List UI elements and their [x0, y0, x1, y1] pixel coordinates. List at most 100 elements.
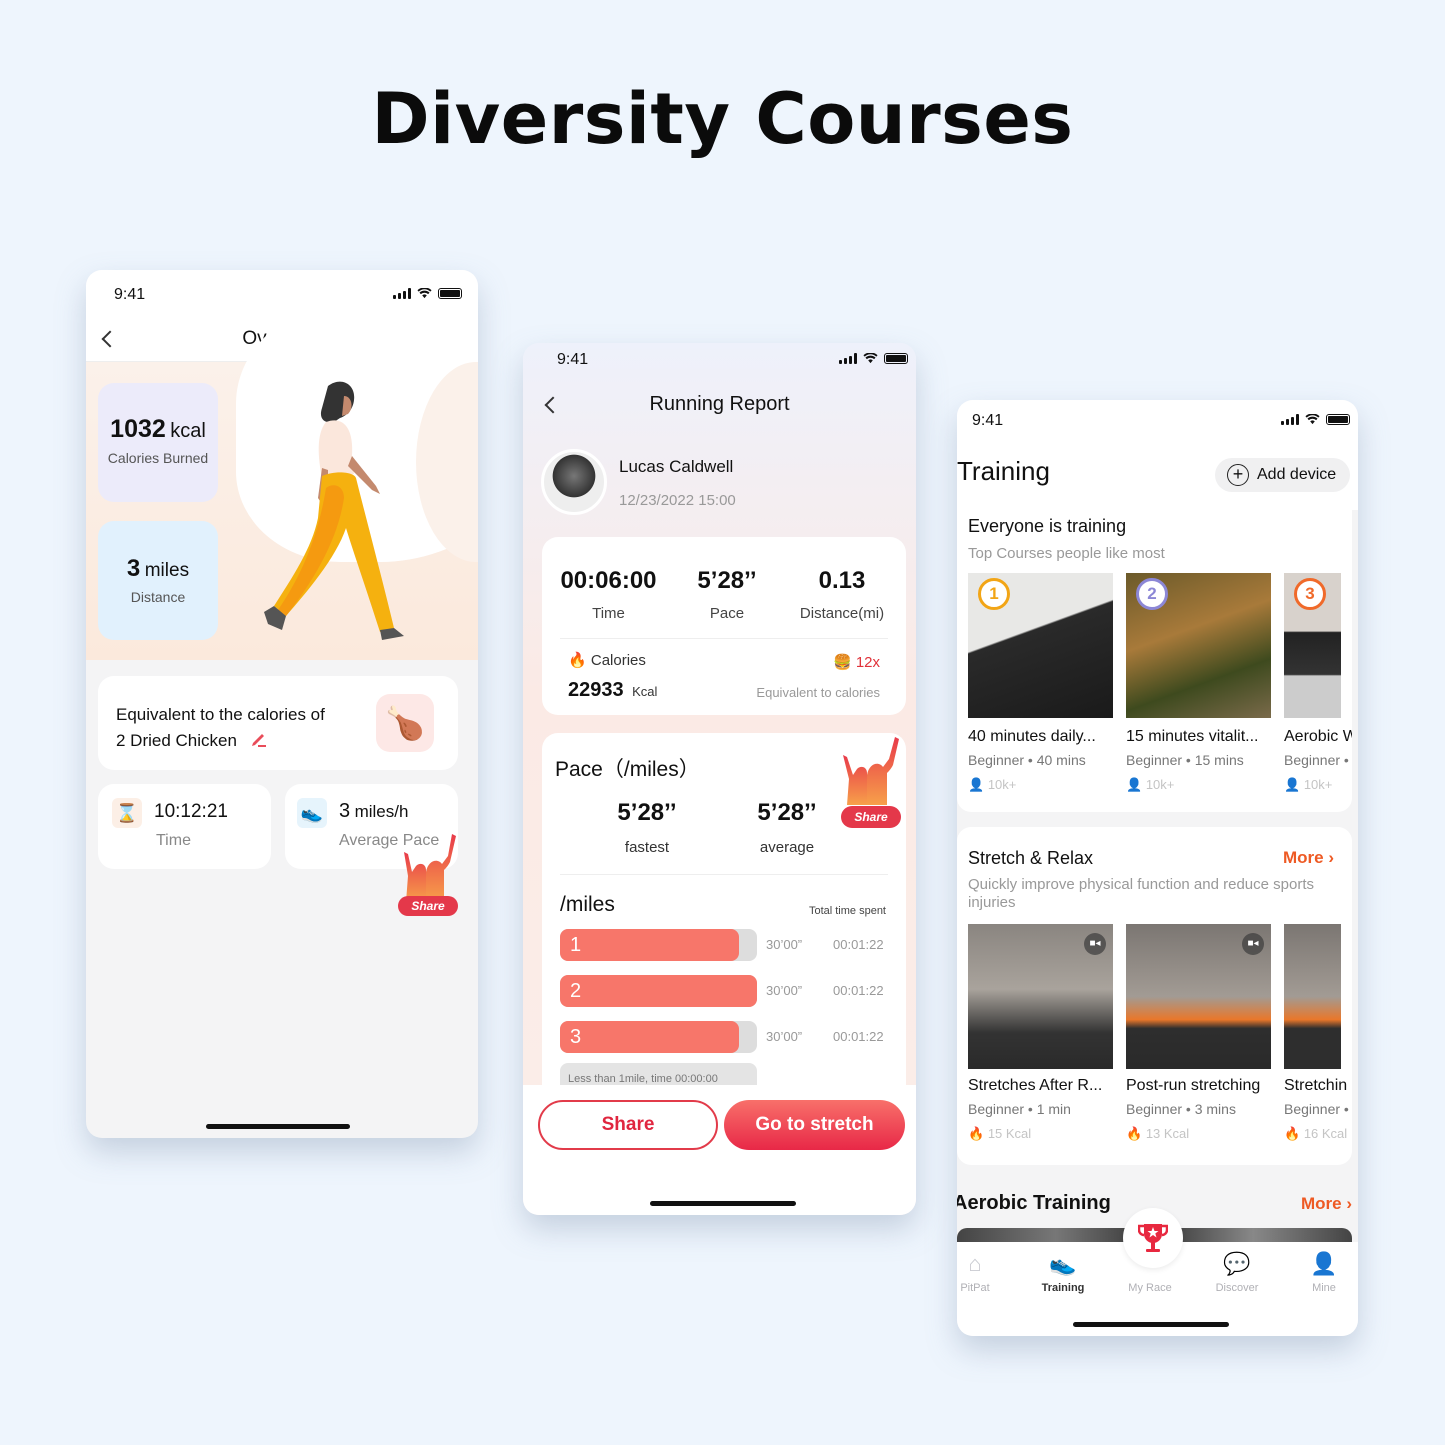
flame-icon: 🔥 — [1126, 1126, 1143, 1141]
home-icon: ⌂ — [968, 1251, 982, 1276]
add-device-button[interactable]: + Add device — [1215, 458, 1350, 492]
pace-value: 3 — [339, 800, 351, 822]
my-race-trophy-button[interactable] — [1123, 1208, 1183, 1268]
edit-pencil-icon[interactable] — [250, 730, 268, 748]
split-mile: 3 — [570, 1026, 582, 1048]
splits-header: Total time spent — [808, 905, 886, 917]
cheering-people-icon — [843, 737, 899, 805]
course-title: Aerobic W — [1284, 728, 1352, 745]
battery-icon — [884, 353, 908, 364]
distance-value: 3 — [126, 555, 141, 582]
course-meta: Beginner • — [1284, 752, 1349, 768]
rank-number: 3 — [1305, 584, 1315, 603]
section-title: Stretch & Relax — [968, 848, 1094, 868]
plus-circle-icon: + — [1227, 464, 1249, 486]
course-title: 15 minutes vitalit... — [1126, 728, 1259, 745]
course-thumbnail[interactable] — [1284, 924, 1341, 1069]
stat-pace-label: Pace — [709, 605, 745, 622]
time-card: ⌛ 10:12:21 Time — [98, 784, 271, 869]
equivalent-card: Equivalent to the calories of 2 Dried Ch… — [98, 676, 458, 770]
overview-phone: 9:41 Overview 1032 kcal Calories Burned … — [86, 270, 478, 1138]
fire-icon: 🔥 — [568, 652, 587, 669]
split-pace: 30’00” — [766, 937, 803, 952]
user-icon: 👤 — [1126, 777, 1143, 792]
home-indicator — [206, 1124, 350, 1129]
distance-unit: miles — [144, 560, 190, 581]
rank-medal-icon: 3 — [1294, 578, 1326, 610]
course-kcal: 🔥 16 Kcal — [1284, 1126, 1347, 1142]
distance-label: Distance — [130, 589, 186, 605]
tab-mine[interactable]: 👤 Mine — [1289, 1250, 1358, 1294]
video-camera-icon: ■◂ — [1084, 933, 1106, 955]
splits-title: /miles — [560, 893, 615, 916]
rank-medal-icon: 2 — [1136, 578, 1168, 610]
signal-icon — [1281, 414, 1299, 425]
home-indicator — [1073, 1322, 1229, 1327]
calories-label: Calories Burned — [107, 450, 209, 466]
walking-woman-illustration — [264, 381, 404, 640]
person-icon: 👤 — [1310, 1251, 1338, 1276]
tab-training[interactable]: 👟 Training — [1028, 1250, 1098, 1294]
average-value: 5’28’’ — [757, 799, 817, 826]
equivalent-line2: 2 Dried Chicken — [116, 731, 237, 750]
split-total: 00:01:22 — [833, 937, 884, 952]
page-title: Running Report — [649, 393, 790, 415]
course-meta: Beginner • 1 min — [968, 1101, 1071, 1117]
user-avatar[interactable] — [541, 449, 607, 515]
status-time: 9:41 — [114, 286, 146, 303]
hourglass-icon: ⌛ — [112, 798, 142, 828]
battery-icon — [1326, 414, 1350, 425]
share-badge[interactable]: Share — [837, 733, 903, 829]
split-bar-track: 1 — [560, 929, 757, 961]
split-bar-fill: 2 — [560, 975, 757, 1007]
status-bar: 9:41 — [523, 351, 916, 381]
split-bar-fill: 3 — [560, 1021, 740, 1053]
course-title: Post-run stretching — [1126, 1077, 1261, 1094]
add-device-label: Add device — [1257, 466, 1337, 483]
tab-discover[interactable]: 💬 Discover — [1202, 1250, 1272, 1294]
tab-pitpat[interactable]: ⌂ PitPat — [957, 1250, 1010, 1294]
share-button[interactable]: Share — [538, 1100, 718, 1150]
chat-bubbles-icon: 💬 — [1223, 1251, 1251, 1276]
burger-icon: 🍔 — [832, 654, 852, 671]
tab-label: My Race — [1128, 1282, 1172, 1294]
course-users: 👤 10k+ — [1284, 777, 1332, 793]
go-to-stretch-button[interactable]: Go to stretch — [724, 1100, 905, 1150]
time-label: Time — [156, 832, 191, 849]
sneaker-icon: 👟 — [1049, 1251, 1077, 1276]
distance-card: 3 miles Distance — [98, 521, 218, 640]
page-headline: Diversity Courses — [371, 78, 1074, 160]
pace-unit: miles/h — [354, 802, 409, 821]
course-meta: Beginner • — [1284, 1101, 1349, 1117]
everyone-training-section: Everyone is training Top Courses people … — [957, 510, 1352, 812]
fastest-label: fastest — [624, 839, 670, 856]
stretch-more-link[interactable]: More › — [1283, 848, 1334, 868]
battery-icon — [438, 288, 462, 299]
split-mile: 1 — [570, 934, 582, 956]
user-icon: 👤 — [968, 777, 985, 792]
signal-icon — [393, 288, 411, 299]
calories-value: 1032 — [110, 415, 166, 443]
course-title: 40 minutes daily... — [968, 728, 1096, 745]
users-count: 10k+ — [987, 777, 1017, 792]
flame-icon: 🔥 — [1284, 1126, 1301, 1141]
share-badge[interactable]: Share — [394, 832, 460, 922]
users-count: 10k+ — [1145, 777, 1175, 792]
cheering-people-icon — [404, 834, 456, 902]
status-time: 9:41 — [557, 351, 589, 368]
tab-label: Discover — [1215, 1282, 1259, 1294]
tab-label: Mine — [1312, 1282, 1336, 1294]
video-camera-icon: ■◂ — [1242, 933, 1264, 955]
split-mile: 2 — [570, 980, 582, 1002]
aerobic-more-link[interactable]: More › — [1301, 1194, 1352, 1214]
signal-icon — [839, 353, 857, 364]
stat-pace-value: 5’28’’ — [697, 567, 757, 594]
section-title: Everyone is training — [968, 516, 1127, 536]
equivalent-multiplier: 12x — [855, 654, 880, 671]
running-report-phone: 9:41 Running Report Lucas Caldwell 12/23… — [523, 343, 916, 1215]
course-title: Stretchin — [1284, 1077, 1348, 1094]
split-bar-track: 2 — [560, 975, 757, 1007]
equivalent-label: Equivalent to calories — [756, 685, 880, 700]
stretch-relax-section: Stretch & Relax More › Quickly improve p… — [957, 827, 1352, 1165]
calories-card: 1032 kcal Calories Burned — [98, 383, 218, 502]
